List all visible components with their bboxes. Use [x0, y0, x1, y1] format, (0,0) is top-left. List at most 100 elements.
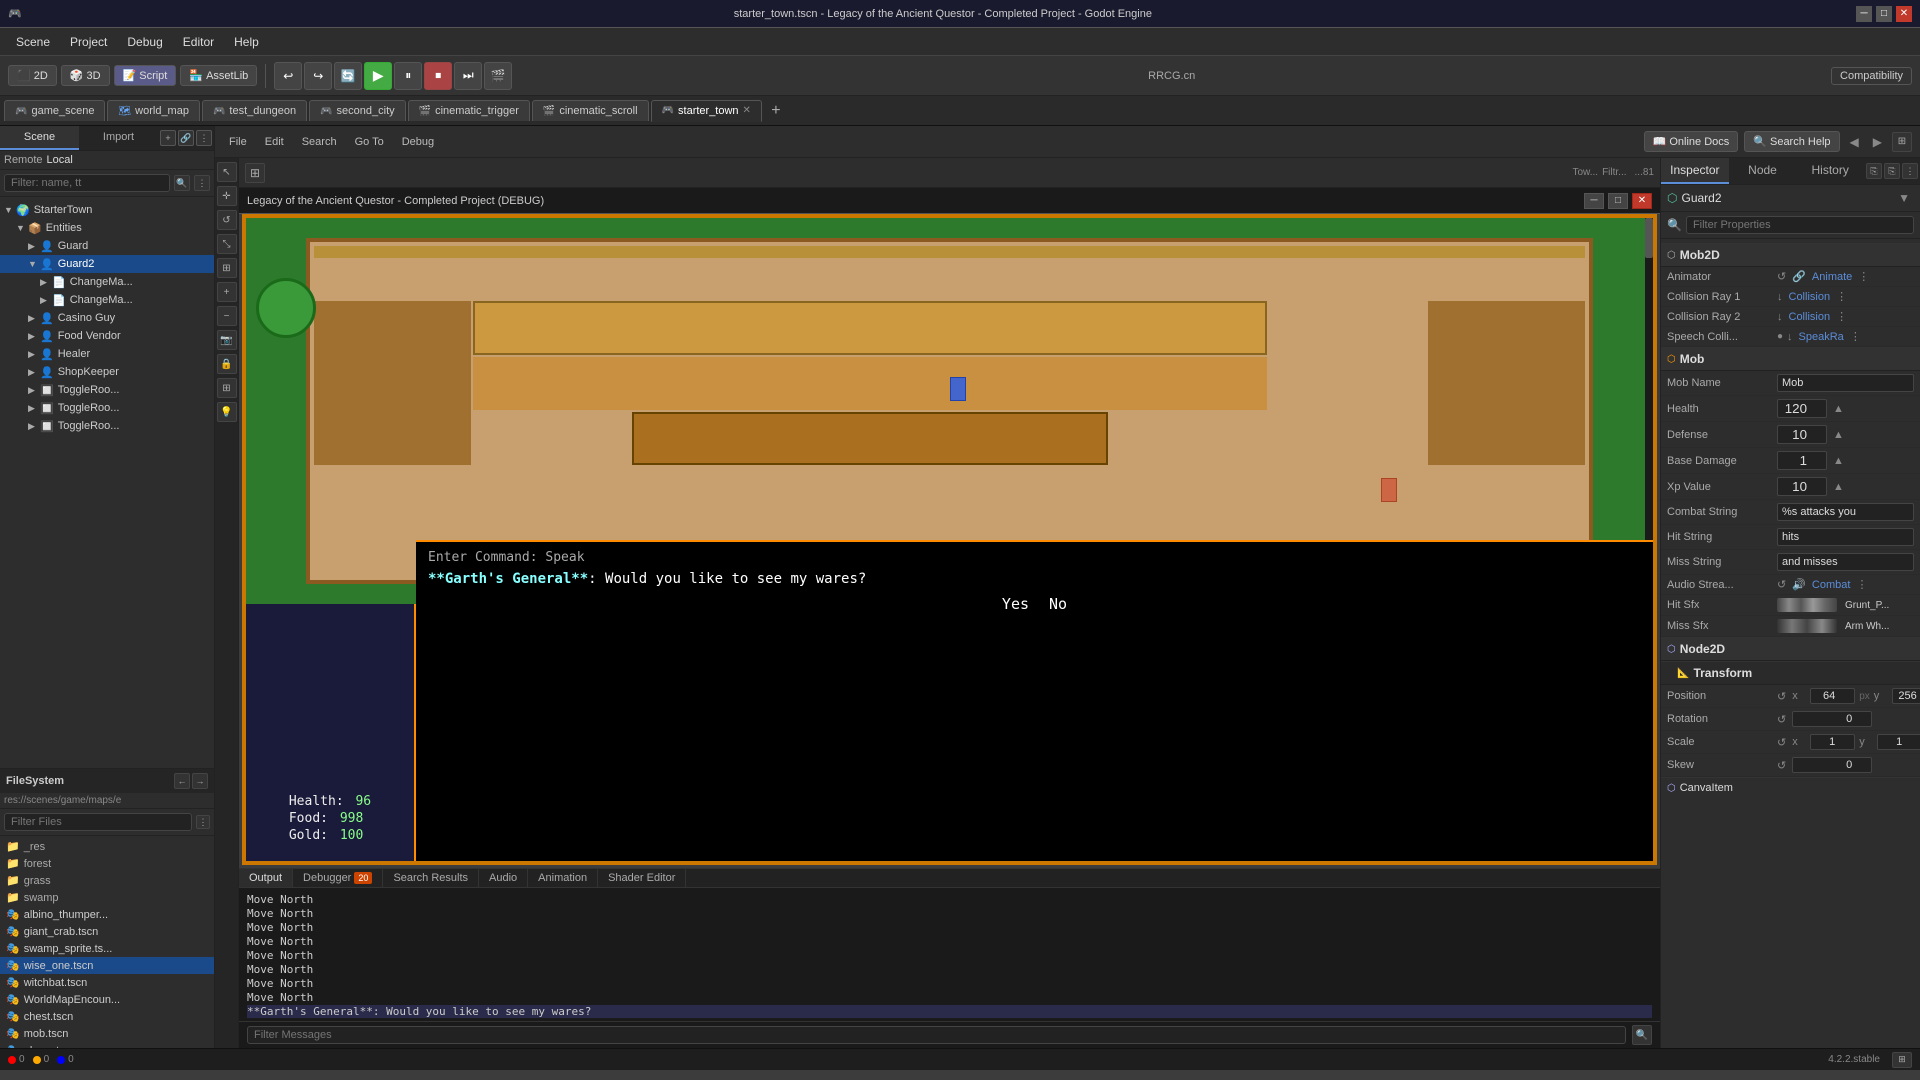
- tree-arrow-healer[interactable]: ▶: [28, 349, 40, 360]
- tab-starter-town[interactable]: 🎮 starter_town ✕: [651, 100, 762, 122]
- fs-folder-grass[interactable]: 📁 grass: [0, 872, 214, 889]
- world-scrollbar-thumb[interactable]: [1645, 218, 1653, 258]
- tree-item-healer[interactable]: ▶ 👤 Healer 👁 🔒: [0, 345, 214, 363]
- add-node-button[interactable]: +: [160, 130, 176, 146]
- tab-game-scene[interactable]: 🎮 game_scene: [4, 100, 105, 121]
- fs-file-wise-one[interactable]: 🎭 wise_one.tscn: [0, 957, 214, 974]
- tree-vis-btn-healer[interactable]: 👁: [180, 347, 194, 361]
- side-btn-scale[interactable]: ⤡: [217, 234, 237, 254]
- mode-assetlib-button[interactable]: 🏪 AssetLib: [180, 65, 257, 86]
- tab-close-starter-town[interactable]: ✕: [743, 105, 751, 116]
- tab-second-city[interactable]: 🎮 second_city: [309, 100, 406, 121]
- btab-audio[interactable]: Audio: [479, 869, 528, 887]
- menu-debug[interactable]: Debug: [117, 33, 172, 51]
- tree-arrow-guard2[interactable]: ▼: [28, 259, 40, 269]
- minimize-button[interactable]: ─: [1856, 6, 1872, 22]
- btab-search[interactable]: Search Results: [383, 869, 479, 887]
- viewport-expand-button[interactable]: ⊞: [245, 163, 265, 183]
- fs-file-giant-crab[interactable]: 🎭 giant_crab.tscn: [0, 923, 214, 940]
- tree-vis-btn-casino-guy[interactable]: 👁: [180, 311, 194, 325]
- fs-file-swamp-sprite[interactable]: 🎭 swamp_sprite.ts...: [0, 940, 214, 957]
- tree-vis-btn-guard[interactable]: 👁: [180, 239, 194, 253]
- game-win-max[interactable]: □: [1608, 193, 1628, 209]
- scene-filter-input[interactable]: [4, 174, 170, 192]
- tree-item-entities[interactable]: ▼ 📦 Entities 👁: [0, 219, 214, 237]
- bottom-filter-search[interactable]: 🔍: [1632, 1025, 1652, 1045]
- btab-debugger[interactable]: Debugger 20: [293, 869, 383, 887]
- insp-section-node2d[interactable]: ⬡ Node2D: [1661, 637, 1920, 661]
- insp-input-rotation[interactable]: [1792, 711, 1872, 727]
- refresh-icon-animator[interactable]: ↺: [1777, 270, 1786, 283]
- side-btn-zoom-in[interactable]: +: [217, 282, 237, 302]
- toolbar-back-button[interactable]: ↩: [274, 62, 302, 90]
- fs-file-witchbat[interactable]: 🎭 witchbat.tscn: [0, 974, 214, 991]
- insp-up-health[interactable]: ▲: [1833, 403, 1844, 415]
- side-btn-zoom-out[interactable]: −: [217, 306, 237, 326]
- rtab-inspector[interactable]: Inspector: [1661, 158, 1729, 184]
- tree-vis-btn-shopkeeper[interactable]: 👁: [180, 365, 194, 379]
- tab-test-dungeon[interactable]: 🎮 test_dungeon: [202, 100, 307, 121]
- insp-input-hit-string[interactable]: [1777, 528, 1914, 546]
- mode-3d-button[interactable]: 🎲 3D: [61, 65, 110, 86]
- insp-input-base-damage[interactable]: [1777, 451, 1827, 470]
- tree-arrow-changema1[interactable]: ▶: [40, 277, 52, 288]
- tree-arrow-casino-guy[interactable]: ▶: [28, 313, 40, 324]
- side-btn-grid[interactable]: ⊞: [217, 378, 237, 398]
- fs-nav-back[interactable]: ←: [174, 773, 190, 789]
- tree-item-toggleroo2[interactable]: ▶ 🔲 ToggleRoo... 👁 🔒: [0, 399, 214, 417]
- btab-shader[interactable]: Shader Editor: [598, 869, 686, 887]
- tree-item-shopkeeper[interactable]: ▶ 👤 ShopKeeper 👁 🔒: [0, 363, 214, 381]
- tree-item-food-vendor[interactable]: ▶ 👤 Food Vendor 👁 🔒: [0, 327, 214, 345]
- play-button[interactable]: ▶: [364, 62, 392, 90]
- insp-section-mob2d[interactable]: ⬡ Mob2D: [1661, 243, 1920, 267]
- dialog-choice-no[interactable]: No: [1049, 595, 1067, 613]
- side-btn-rotate[interactable]: ↺: [217, 210, 237, 230]
- fs-folder-res[interactable]: 📁 _res: [0, 838, 214, 855]
- tree-lock-btn-changema1[interactable]: 🔒: [196, 275, 210, 289]
- insp-input-miss-string[interactable]: [1777, 553, 1914, 571]
- inspector-nav-forward[interactable]: ▶: [1869, 133, 1886, 151]
- insp-more-collision2[interactable]: ⋮: [1836, 310, 1847, 323]
- sec-goto[interactable]: Go To: [349, 133, 390, 151]
- tree-vis-btn-toggleroo2[interactable]: 👁: [180, 401, 194, 415]
- insp-input-pos-x[interactable]: [1810, 688, 1855, 704]
- tree-vis-btn-toggleroo1[interactable]: 👁: [180, 383, 194, 397]
- btab-output[interactable]: Output: [239, 869, 293, 887]
- toolbar-reload-button[interactable]: 🔄: [334, 62, 362, 90]
- tree-visibility-btn[interactable]: 👁: [196, 203, 210, 217]
- insp-input-pos-y[interactable]: [1892, 688, 1920, 704]
- side-btn-snap[interactable]: ⊞: [217, 258, 237, 278]
- side-btn-camera[interactable]: 📷: [217, 330, 237, 350]
- refresh-icon-collision2[interactable]: ↓: [1777, 311, 1783, 323]
- tree-lock-btn-guard[interactable]: 🔒: [196, 239, 210, 253]
- insp-section-transform[interactable]: 📐 Transform: [1661, 661, 1920, 685]
- online-docs-button[interactable]: 📖 Online Docs: [1644, 131, 1739, 152]
- tree-item-changema1[interactable]: ▶ 📄 ChangeMa... 👁 🔒: [0, 273, 214, 291]
- tree-arrow-toggleroo2[interactable]: ▶: [28, 403, 40, 414]
- insp-input-scale-x[interactable]: [1810, 734, 1855, 750]
- menu-editor[interactable]: Editor: [173, 33, 224, 51]
- link-node-button[interactable]: 🔗: [178, 130, 194, 146]
- insp-input-xp-value[interactable]: [1777, 477, 1827, 496]
- tree-lock-btn-casino-guy[interactable]: 🔒: [196, 311, 210, 325]
- tab-cinematic-scroll[interactable]: 🎬 cinematic_scroll: [532, 100, 649, 121]
- layout-btn[interactable]: ⊞: [1892, 1052, 1912, 1068]
- insp-more-audio[interactable]: ⋮: [1856, 578, 1867, 591]
- tree-lock-btn-healer[interactable]: 🔒: [196, 347, 210, 361]
- tab-world-map[interactable]: 🗺 world_map: [107, 100, 200, 121]
- sec-debug[interactable]: Debug: [396, 133, 440, 151]
- tree-lock-btn-guard2[interactable]: 🔒: [196, 257, 210, 271]
- tree-item-guard[interactable]: ▶ 👤 Guard 👁 🔒: [0, 237, 214, 255]
- close-button[interactable]: ✕: [1896, 6, 1912, 22]
- inspector-filter-input[interactable]: [1686, 216, 1914, 234]
- insp-input-combat-string[interactable]: [1777, 503, 1914, 521]
- tree-lock-btn-shopkeeper[interactable]: 🔒: [196, 365, 210, 379]
- tree-arrow-toggleroo1[interactable]: ▶: [28, 385, 40, 396]
- sec-search[interactable]: Search: [296, 133, 343, 151]
- fs-file-chest[interactable]: 🎭 chest.tscn: [0, 1008, 214, 1025]
- local-btn[interactable]: Local: [47, 154, 73, 166]
- tree-vis-btn-changema1[interactable]: 👁: [180, 275, 194, 289]
- insp-link-animate[interactable]: Animate: [1812, 271, 1852, 283]
- search-help-button[interactable]: 🔍 Search Help: [1744, 131, 1839, 152]
- insp-more-speech[interactable]: ⋮: [1850, 330, 1861, 343]
